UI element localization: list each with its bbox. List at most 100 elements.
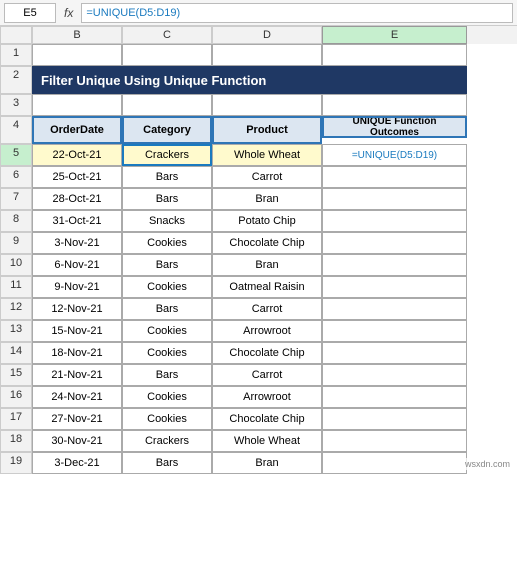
- cell-e17[interactable]: [322, 408, 467, 430]
- row-num-8: 8: [0, 210, 32, 232]
- cell-b3[interactable]: [32, 94, 122, 116]
- cell-d8[interactable]: Potato Chip: [212, 210, 322, 232]
- d11-text: Oatmeal Raisin: [229, 281, 304, 293]
- cell-d9[interactable]: Chocolate Chip: [212, 232, 322, 254]
- c7-text: Bars: [156, 193, 179, 205]
- header-unique-line1: UNIQUE Function: [353, 116, 437, 127]
- cell-d5-text: Whole Wheat: [234, 149, 300, 161]
- cell-d17[interactable]: Chocolate Chip: [212, 408, 322, 430]
- col-header-c[interactable]: C: [122, 26, 212, 44]
- header-category-text: Category: [143, 124, 191, 136]
- cell-c1[interactable]: [122, 44, 212, 66]
- cell-e12[interactable]: [322, 298, 467, 320]
- cell-c9[interactable]: Cookies: [122, 232, 212, 254]
- formula-bar: E5 fx =UNIQUE(D5:D19): [0, 0, 517, 26]
- row-7: 7 28-Oct-21 Bars Bran: [0, 188, 517, 210]
- cell-c19[interactable]: Bars: [122, 452, 212, 474]
- cell-b18[interactable]: 30-Nov-21: [32, 430, 122, 452]
- cell-d1[interactable]: [212, 44, 322, 66]
- cell-e1[interactable]: [322, 44, 467, 66]
- cell-b19[interactable]: 3-Dec-21: [32, 452, 122, 474]
- cell-c5-text: Crackers: [145, 149, 189, 161]
- cell-b1[interactable]: [32, 44, 122, 66]
- cell-d5[interactable]: Whole Wheat: [212, 144, 322, 166]
- b14-text: 18-Nov-21: [51, 347, 102, 359]
- cell-b12[interactable]: 12-Nov-21: [32, 298, 122, 320]
- cell-b14[interactable]: 18-Nov-21: [32, 342, 122, 364]
- cell-d13[interactable]: Arrowroot: [212, 320, 322, 342]
- cell-d7[interactable]: Bran: [212, 188, 322, 210]
- cell-e8[interactable]: [322, 210, 467, 232]
- cell-e10[interactable]: [322, 254, 467, 276]
- cell-e15[interactable]: [322, 364, 467, 386]
- cell-b7[interactable]: 28-Oct-21: [32, 188, 122, 210]
- cell-e13[interactable]: [322, 320, 467, 342]
- cell-c14[interactable]: Cookies: [122, 342, 212, 364]
- col-header-d[interactable]: D: [212, 26, 322, 44]
- cell-b5[interactable]: 22-Oct-21: [32, 144, 122, 166]
- b17-text: 27-Nov-21: [51, 413, 102, 425]
- cell-c10[interactable]: Bars: [122, 254, 212, 276]
- cell-d16[interactable]: Arrowroot: [212, 386, 322, 408]
- cell-b17[interactable]: 27-Nov-21: [32, 408, 122, 430]
- row-num-9: 9: [0, 232, 32, 254]
- cell-e9[interactable]: [322, 232, 467, 254]
- cell-e14[interactable]: [322, 342, 467, 364]
- cell-c18[interactable]: Crackers: [122, 430, 212, 452]
- row-5: 5 22-Oct-21 Crackers Whole Wheat =UNIQUE…: [0, 144, 517, 166]
- header-product-text: Product: [246, 124, 288, 136]
- cell-d6[interactable]: Carrot: [212, 166, 322, 188]
- cell-b6[interactable]: 25-Oct-21: [32, 166, 122, 188]
- b16-text: 24-Nov-21: [51, 391, 102, 403]
- cell-d19[interactable]: Bran: [212, 452, 322, 474]
- cell-b11[interactable]: 9-Nov-21: [32, 276, 122, 298]
- c18-text: Crackers: [145, 435, 189, 447]
- b11-text: 9-Nov-21: [54, 281, 99, 293]
- cell-e6[interactable]: [322, 166, 467, 188]
- cell-e16[interactable]: [322, 386, 467, 408]
- cell-c6[interactable]: Bars: [122, 166, 212, 188]
- cell-d12[interactable]: Carrot: [212, 298, 322, 320]
- cell-b8[interactable]: 31-Oct-21: [32, 210, 122, 232]
- cell-e3[interactable]: [322, 94, 467, 116]
- cell-c7[interactable]: Bars: [122, 188, 212, 210]
- cell-d15[interactable]: Carrot: [212, 364, 322, 386]
- cell-d10[interactable]: Bran: [212, 254, 322, 276]
- c17-text: Cookies: [147, 413, 187, 425]
- d17-text: Chocolate Chip: [229, 413, 304, 425]
- cell-b15[interactable]: 21-Nov-21: [32, 364, 122, 386]
- spreadsheet-container: E5 fx =UNIQUE(D5:D19) B C D E 1 2 Filter…: [0, 0, 517, 474]
- cell-c17[interactable]: Cookies: [122, 408, 212, 430]
- cell-c15[interactable]: Bars: [122, 364, 212, 386]
- cell-d11[interactable]: Oatmeal Raisin: [212, 276, 322, 298]
- cell-c16[interactable]: Cookies: [122, 386, 212, 408]
- cell-c8[interactable]: Snacks: [122, 210, 212, 232]
- cell-b10[interactable]: 6-Nov-21: [32, 254, 122, 276]
- header-orderdate: OrderDate: [32, 116, 122, 144]
- cell-c11[interactable]: Cookies: [122, 276, 212, 298]
- cell-e18[interactable]: [322, 430, 467, 452]
- cell-b9[interactable]: 3-Nov-21: [32, 232, 122, 254]
- cell-c5[interactable]: Crackers: [122, 144, 212, 166]
- row-num-16: 16: [0, 386, 32, 408]
- cell-reference-box[interactable]: E5: [4, 3, 56, 23]
- header-unique-line2: Outcomes: [370, 127, 419, 138]
- b18-text: 30-Nov-21: [51, 435, 102, 447]
- cell-b16[interactable]: 24-Nov-21: [32, 386, 122, 408]
- cell-c12[interactable]: Bars: [122, 298, 212, 320]
- cell-c13[interactable]: Cookies: [122, 320, 212, 342]
- cell-d18[interactable]: Whole Wheat: [212, 430, 322, 452]
- cell-e7[interactable]: [322, 188, 467, 210]
- col-header-b[interactable]: B: [32, 26, 122, 44]
- formula-input[interactable]: =UNIQUE(D5:D19): [81, 3, 513, 23]
- cell-d14[interactable]: Chocolate Chip: [212, 342, 322, 364]
- cell-e11[interactable]: [322, 276, 467, 298]
- cell-c3[interactable]: [122, 94, 212, 116]
- b15-text: 21-Nov-21: [51, 369, 102, 381]
- cell-b13[interactable]: 15-Nov-21: [32, 320, 122, 342]
- cell-d3[interactable]: [212, 94, 322, 116]
- cell-e19[interactable]: [322, 452, 467, 474]
- col-header-e[interactable]: E: [322, 26, 467, 44]
- row-16: 16 24-Nov-21 Cookies Arrowroot: [0, 386, 517, 408]
- cell-e5[interactable]: =UNIQUE(D5:D19): [322, 144, 467, 166]
